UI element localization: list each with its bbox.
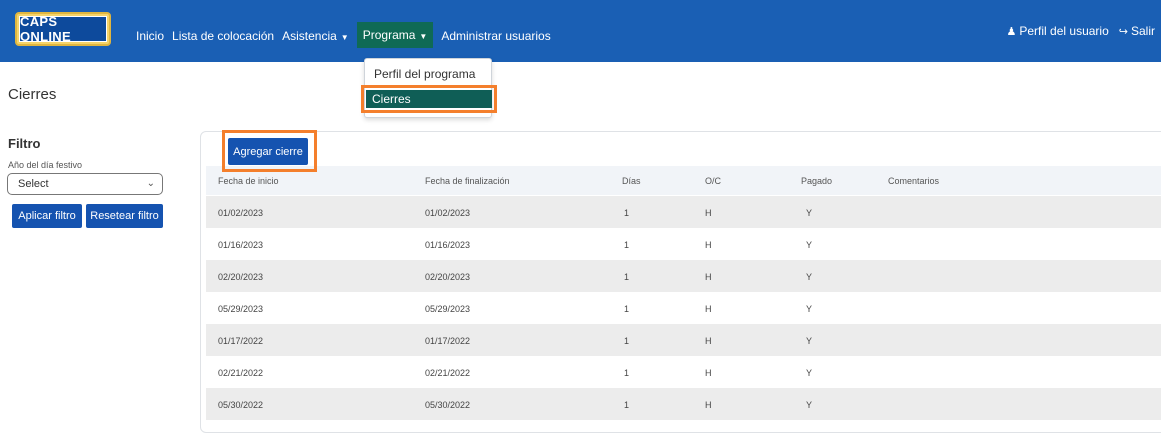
cell-paid: Y [806, 336, 813, 346]
cell-end-date: 01/02/2023 [425, 208, 471, 218]
caret-down-icon: ▼ [340, 33, 349, 42]
profile-label: Perfil del usuario [1019, 24, 1109, 38]
cell-paid: Y [806, 272, 813, 282]
th-comments[interactable]: Comentarios [888, 176, 939, 186]
th-end-date[interactable]: Fecha de finalización [425, 176, 510, 186]
cell-end-date: 05/29/2023 [425, 304, 471, 314]
cell-oc: H [705, 240, 712, 250]
cell-paid: Y [806, 240, 813, 250]
table-header [206, 166, 1161, 195]
cell-paid: Y [806, 208, 813, 218]
profile-link[interactable]: ♟ Perfil del usuario [1007, 24, 1109, 38]
year-select[interactable]: Select ⌄ [7, 173, 163, 195]
cell-days: 1 [624, 304, 630, 314]
cell-start-date: 02/21/2022 [218, 368, 264, 378]
cell-days: 1 [624, 336, 630, 346]
cell-days: 1 [624, 208, 630, 218]
nav-programa[interactable]: Programa ▼ [356, 22, 434, 48]
nav-links: Inicio Lista de colocación Asistencia ▼ P… [136, 22, 559, 48]
nav-right: ♟ Perfil del usuario ↪ Salir [997, 24, 1156, 38]
logo-text: CAPS ONLINE [19, 14, 107, 44]
cell-oc: H [705, 400, 712, 410]
cell-end-date: 02/21/2022 [425, 368, 471, 378]
table-row [206, 292, 1161, 324]
programa-dropdown: Perfil del programa Cierres [361, 58, 497, 118]
cell-start-date: 01/02/2023 [218, 208, 264, 218]
cell-days: 1 [624, 368, 630, 378]
th-days[interactable]: Días [622, 176, 641, 186]
cell-oc: H [705, 272, 712, 282]
table-row [206, 324, 1161, 356]
th-start-date[interactable]: Fecha de inicio [218, 176, 279, 186]
cell-days: 1 [624, 240, 630, 250]
cell-paid: Y [806, 400, 813, 410]
th-oc[interactable]: O/C [705, 176, 721, 186]
cell-start-date: 05/29/2023 [218, 304, 264, 314]
cell-end-date: 02/20/2023 [425, 272, 471, 282]
page-title: Cierres [8, 86, 57, 103]
caret-down-icon: ▼ [419, 32, 428, 41]
cell-paid: Y [806, 304, 813, 314]
cell-start-date: 01/17/2022 [218, 336, 264, 346]
cell-start-date: 05/30/2022 [218, 400, 264, 410]
filter-title: Filtro [8, 136, 41, 151]
nav-lista-colocacion[interactable]: Lista de colocación [172, 29, 274, 43]
table-row [206, 196, 1161, 228]
cell-end-date: 01/16/2023 [425, 240, 471, 250]
select-value: Select [18, 178, 49, 190]
year-label: Año del día festivo [8, 160, 83, 170]
cell-days: 1 [624, 400, 630, 410]
nav-asistencia-label: Asistencia [282, 29, 337, 43]
menu-item-perfil-programa[interactable]: Perfil del programa [374, 67, 475, 81]
cell-end-date: 05/30/2022 [425, 400, 471, 410]
nav-inicio[interactable]: Inicio [136, 29, 164, 43]
logout-link[interactable]: ↪ Salir [1119, 24, 1155, 38]
table-row [206, 388, 1161, 420]
apply-filter-button[interactable]: Aplicar filtro [12, 204, 82, 228]
nav-programa-label: Programa [362, 28, 416, 42]
logout-label: Salir [1130, 24, 1155, 38]
nav-administrar-usuarios[interactable]: Administrar usuarios [441, 29, 550, 43]
user-icon: ♟ [1006, 26, 1017, 38]
cell-start-date: 02/20/2023 [218, 272, 264, 282]
top-navbar: CAPS ONLINE Inicio Lista de colocación A… [0, 0, 1161, 62]
nav-asistencia[interactable]: Asistencia ▼ [282, 29, 349, 43]
sign-out-icon: ↪ [1118, 26, 1128, 38]
menu-item-cierres[interactable]: Cierres [366, 90, 492, 108]
table-row [206, 356, 1161, 388]
highlight-box: Cierres [361, 85, 497, 113]
th-paid[interactable]: Pagado [801, 176, 832, 186]
cell-oc: H [705, 304, 712, 314]
add-closure-button[interactable]: Agregar cierre [228, 138, 308, 165]
cell-end-date: 01/17/2022 [425, 336, 471, 346]
table-row [206, 260, 1161, 292]
cell-days: 1 [624, 272, 630, 282]
cell-oc: H [705, 368, 712, 378]
cell-start-date: 01/16/2023 [218, 240, 264, 250]
table-row [206, 228, 1161, 260]
cell-oc: H [705, 336, 712, 346]
reset-filter-button[interactable]: Resetear filtro [86, 204, 163, 228]
cell-oc: H [705, 208, 712, 218]
caps-online-logo[interactable]: CAPS ONLINE [15, 12, 111, 46]
cell-paid: Y [806, 368, 813, 378]
chevron-down-icon: ⌄ [146, 178, 155, 189]
